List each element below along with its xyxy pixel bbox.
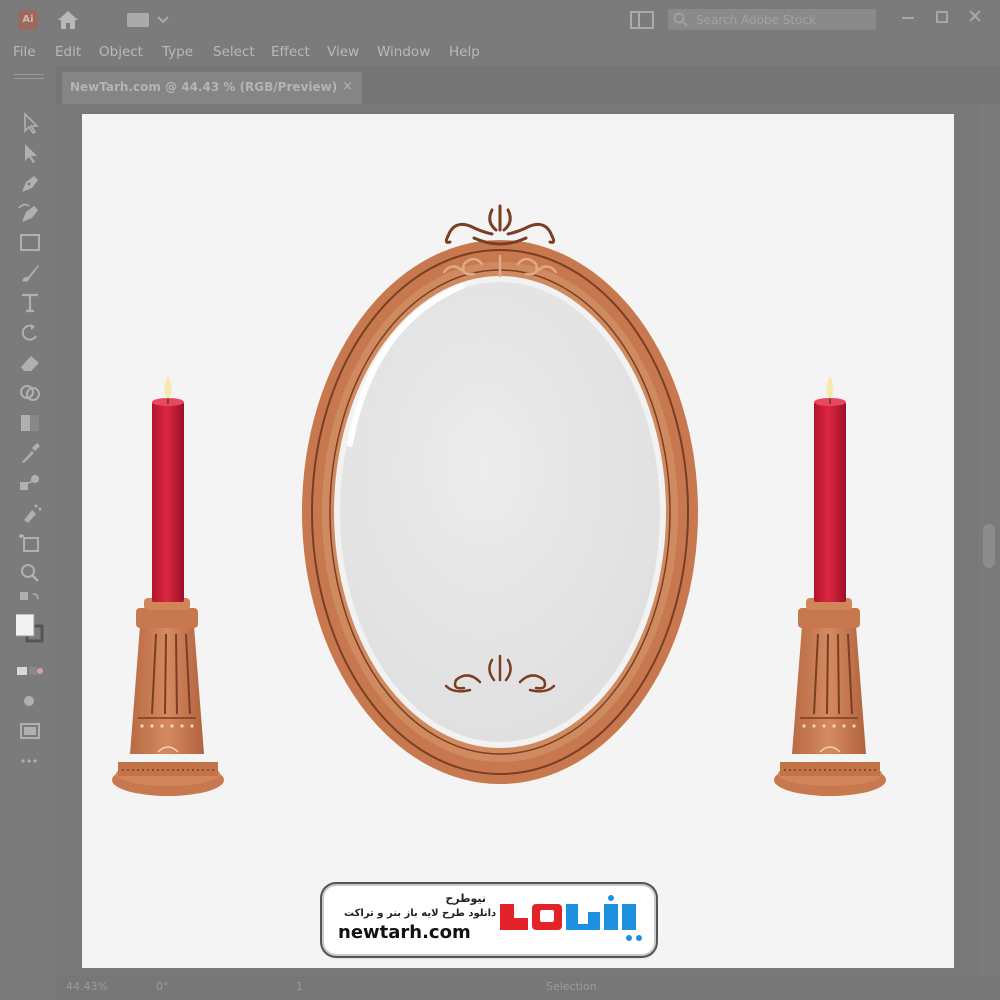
home-icon[interactable] [55, 8, 81, 32]
symbol-sprayer-tool-icon[interactable] [16, 500, 44, 526]
gradient-tool-icon[interactable] [16, 410, 44, 436]
right-candlestick [774, 376, 886, 796]
screen-mode-icon[interactable] [16, 718, 44, 744]
color-mode-icon[interactable] [16, 658, 44, 684]
fill-stroke-swatch[interactable] [11, 613, 44, 650]
artwork-canvas [112, 204, 886, 796]
type-tool-icon[interactable] [16, 290, 44, 316]
blend-tool-icon[interactable] [16, 470, 44, 496]
close-window-icon[interactable] [962, 6, 988, 28]
restore-window-icon[interactable] [929, 6, 955, 28]
app-title-bar: Ai [0, 0, 1000, 38]
brand-name: نیوطرح [445, 892, 486, 905]
panel-grip[interactable] [14, 74, 44, 79]
paintbrush-tool-icon[interactable] [16, 260, 44, 286]
panel-toggle-icon[interactable] [630, 11, 654, 29]
mirror-frame [302, 240, 698, 784]
brand-tagline: دانلود طرح لایه باز بنر و تراکت [344, 908, 497, 919]
direct-selection-tool-icon[interactable] [16, 140, 44, 166]
zoom-tool-icon[interactable] [16, 560, 44, 586]
menu-bar: File Edit Object Type Select Effect View… [0, 38, 1000, 66]
current-tool-name: Selection [546, 980, 597, 993]
document-tab-title: NewTarh.com @ 44.43 % (RGB/Preview) [70, 80, 338, 94]
document-tab-bar: NewTarh.com @ 44.43 % (RGB/Preview) × [56, 66, 1000, 104]
brand-banner: نیوطرح دانلود طرح لایه باز بنر و تراکت n… [324, 886, 654, 954]
curvature-tool-icon[interactable] [16, 200, 44, 226]
eraser-tool-icon[interactable] [16, 350, 44, 376]
more-tools-icon[interactable] [16, 748, 44, 774]
rotation-angle[interactable]: 0° [156, 980, 169, 993]
workspace-switcher-icon[interactable] [126, 11, 172, 29]
menu-edit[interactable]: Edit [55, 44, 81, 60]
search-icon [673, 12, 688, 27]
menu-window[interactable]: Window [377, 44, 430, 60]
scrollbar-thumb[interactable] [983, 524, 995, 568]
document-tab[interactable]: NewTarh.com @ 44.43 % (RGB/Preview) × [62, 72, 362, 104]
artboard[interactable] [82, 114, 954, 968]
close-tab-icon[interactable]: × [342, 79, 353, 94]
swap-colors-icon[interactable] [16, 588, 44, 614]
pen-tool-icon[interactable] [16, 170, 44, 196]
menu-object[interactable]: Object [99, 44, 143, 60]
menu-select[interactable]: Select [213, 44, 255, 60]
menu-help[interactable]: Help [449, 44, 480, 60]
status-bar: 44.43% 0° 1 Selection [56, 976, 1000, 1000]
app-logo: Ai [18, 10, 38, 30]
search-input[interactable] [694, 11, 873, 29]
drawing-mode-icon[interactable] [16, 688, 44, 714]
menu-type[interactable]: Type [162, 44, 193, 60]
rectangle-tool-icon[interactable] [16, 230, 44, 256]
vertical-scrollbar[interactable] [978, 104, 1000, 976]
brand-url: newtarh.com [338, 922, 471, 943]
minimize-window-icon[interactable] [895, 6, 921, 28]
menu-effect[interactable]: Effect [271, 44, 310, 60]
rotate-tool-icon[interactable] [16, 320, 44, 346]
selection-tool-icon[interactable] [16, 110, 44, 136]
menu-file[interactable]: File [13, 44, 36, 60]
tools-panel [0, 66, 56, 1000]
artboard-number[interactable]: 1 [296, 980, 303, 993]
zoom-level[interactable]: 44.43% [66, 980, 108, 993]
eyedropper-tool-icon[interactable] [16, 440, 44, 466]
menu-view[interactable]: View [327, 44, 359, 60]
left-candlestick [112, 376, 224, 796]
search-field[interactable] [668, 9, 876, 30]
artboard-tool-icon[interactable] [16, 530, 44, 556]
brand-logo-mark [500, 895, 642, 941]
top-crest-ornament [444, 204, 556, 246]
shape-builder-tool-icon[interactable] [16, 380, 44, 406]
